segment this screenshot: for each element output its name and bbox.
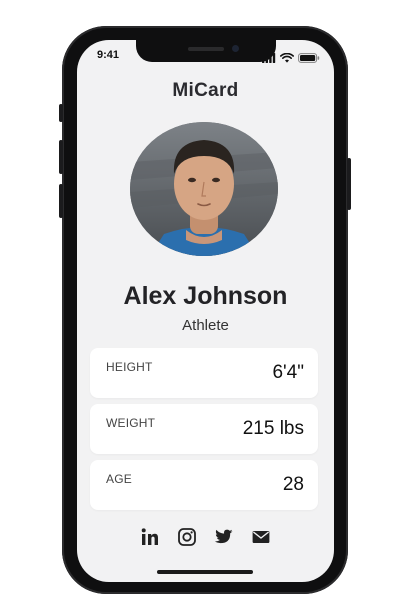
wifi-icon: [280, 50, 294, 68]
instagram-icon[interactable]: [177, 527, 197, 547]
profile-avatar: [130, 122, 278, 256]
volume-up-button: [59, 140, 63, 174]
notch: [136, 40, 276, 62]
stat-value: 28: [282, 474, 304, 495]
stat-label: WEIGHT: [106, 416, 156, 430]
stat-value: 6'4": [272, 362, 304, 383]
phone-screen: 9:41 MiCard Alex Johnson Athlete HEIGHT …: [77, 40, 334, 582]
stat-card-height: HEIGHT 6'4": [90, 348, 318, 398]
home-indicator[interactable]: [157, 570, 253, 574]
profile-name: Alex Johnson: [123, 282, 288, 310]
stat-value: 215 lbs: [242, 418, 304, 439]
silent-switch: [59, 104, 63, 122]
twitter-icon[interactable]: [214, 527, 234, 547]
stat-card-age: AGE 28: [90, 460, 318, 510]
power-button: [347, 158, 351, 210]
battery-icon: [298, 50, 320, 68]
linkedin-icon[interactable]: [140, 527, 160, 547]
front-camera: [232, 45, 239, 52]
volume-down-button: [59, 184, 63, 218]
social-links: [77, 527, 334, 547]
status-time: 9:41: [97, 49, 120, 61]
stat-card-weight: WEIGHT 215 lbs: [90, 404, 318, 454]
app-title: MiCard: [172, 80, 239, 101]
signal-icon: [262, 50, 276, 68]
email-icon[interactable]: [251, 527, 271, 547]
speaker-grille: [188, 47, 224, 51]
status-icons: [262, 50, 320, 68]
stat-label: AGE: [106, 472, 132, 486]
profile-role: Athlete: [182, 317, 229, 334]
stat-label: HEIGHT: [106, 360, 153, 374]
